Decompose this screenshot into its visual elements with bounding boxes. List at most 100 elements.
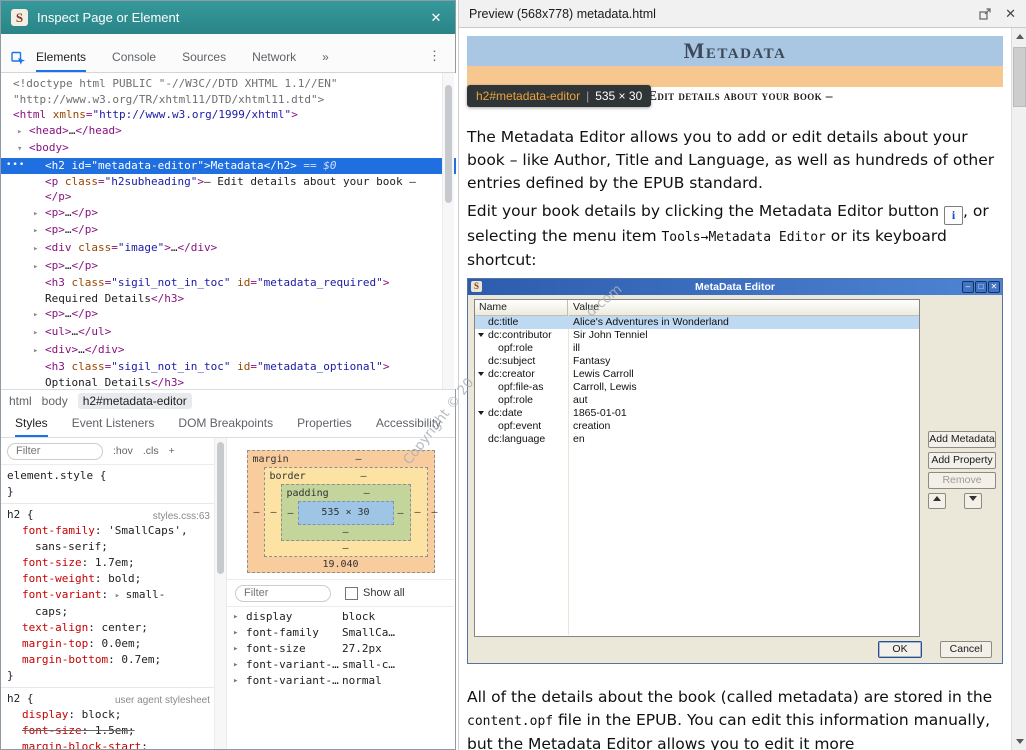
dialog-titlebar[interactable]: S MetaData Editor – □ ✕ (468, 279, 1002, 295)
dom-tree-line[interactable]: <p class="h2subheading">– Edit details a… (1, 174, 456, 190)
style-declaration[interactable]: display: block; (1, 707, 214, 723)
padding-right-value[interactable]: – (394, 508, 408, 519)
metadata-row[interactable]: opf:file-asCarroll, Lewis (475, 381, 919, 394)
kebab-menu-icon[interactable]: ⋮ (428, 48, 441, 72)
dom-tree-line[interactable]: <html xmlns="http://www.w3.org/1999/xhtm… (1, 107, 456, 123)
metadata-row[interactable]: opf:roleaut (475, 394, 919, 407)
dom-tree-line[interactable]: ▸<p>…</p> (1, 222, 456, 240)
metadata-row[interactable]: dc:creatorLewis Carroll (475, 368, 919, 381)
box-model-margin[interactable]: margin – – border – – (247, 450, 435, 573)
margin-left-value[interactable]: – (250, 507, 264, 518)
expand-arrow-icon[interactable]: ▸ (33, 242, 45, 258)
tab-event-listeners[interactable]: Event Listeners (72, 416, 155, 437)
pseudo-state-toggle[interactable]: :hov (113, 445, 133, 457)
dom-tree-line[interactable]: <!doctype html PUBLIC "-//W3C//DTD XHTML… (1, 76, 456, 92)
row-expanded-icon[interactable] (478, 411, 484, 415)
class-toggle[interactable]: .cls (143, 445, 159, 457)
dom-tree-line[interactable]: ▸<div>…</div> (1, 342, 456, 360)
margin-bottom-value[interactable]: 19.040 (248, 557, 434, 572)
scroll-down-button[interactable] (1012, 733, 1026, 750)
style-declaration[interactable]: sans-serif; (1, 539, 214, 555)
tab-styles[interactable]: Styles (15, 416, 48, 437)
cancel-button[interactable]: Cancel (940, 641, 992, 658)
computed-filter-input[interactable] (235, 585, 331, 602)
expand-arrow-icon[interactable]: ▸ (33, 260, 45, 276)
breadcrumb-html[interactable]: html (9, 394, 32, 408)
dom-tree-line[interactable]: <h3 class="sigil_not_in_toc" id="metadat… (1, 275, 456, 291)
dom-tree-line[interactable]: ▸<p>…</p> (1, 258, 456, 276)
expand-arrow-icon[interactable]: ▸ (33, 224, 45, 240)
styles-scrollbar[interactable] (214, 438, 227, 749)
dom-tree-scrollbar[interactable] (442, 73, 454, 389)
dom-tree-line[interactable]: "http://www.w3.org/TR/xhtml11/DTD/xhtml1… (1, 92, 456, 108)
move-down-button[interactable] (964, 493, 982, 509)
dom-tree-line[interactable]: ▸<div class="image">…</div> (1, 240, 456, 258)
expand-arrow-icon[interactable]: ▸ (33, 326, 45, 342)
expand-arrow-icon[interactable]: ▸ (33, 207, 45, 223)
collapse-arrow-icon[interactable]: ▾ (17, 142, 29, 158)
metadata-row[interactable]: dc:contributorSir John Tenniel (475, 329, 919, 342)
tab-sources[interactable]: Sources (182, 50, 226, 72)
dom-tree-line[interactable]: ▾<body> (1, 140, 456, 158)
styles-filter-input[interactable] (7, 443, 103, 460)
row-expanded-icon[interactable] (478, 372, 484, 376)
breadcrumb-body[interactable]: body (42, 394, 68, 408)
style-declaration[interactable]: font-size: 1.7em; (1, 555, 214, 571)
tab-dom-breakpoints[interactable]: DOM Breakpoints (178, 416, 273, 437)
margin-top-value[interactable]: – (289, 454, 429, 465)
metadata-row[interactable]: dc:date1865-01-01 (475, 407, 919, 420)
dom-tree-line[interactable]: Required Details</h3> (1, 291, 456, 307)
style-declaration[interactable]: text-align: center; (1, 620, 214, 636)
computed-property-row[interactable]: ▸font-familySmallCa… (227, 625, 454, 641)
add-property-button[interactable]: Add Property (928, 452, 996, 469)
border-right-value[interactable]: – (411, 507, 425, 518)
style-declaration[interactable]: caps; (1, 604, 214, 620)
style-declaration[interactable]: font-variant: ▸ small- (1, 587, 214, 604)
scrollbar-thumb[interactable] (445, 85, 452, 203)
dom-tree-line[interactable]: <h3 class="sigil_not_in_toc" id="metadat… (1, 359, 456, 375)
close-icon[interactable]: ✕ (1005, 6, 1016, 22)
ok-button[interactable]: OK (878, 641, 922, 658)
maximize-icon[interactable]: □ (975, 281, 987, 293)
metadata-row[interactable]: dc:subjectFantasy (475, 355, 919, 368)
border-top-value[interactable]: – (306, 471, 422, 482)
expand-arrow-icon[interactable]: ▸ (17, 125, 29, 141)
scrollbar-thumb[interactable] (1013, 47, 1026, 107)
tab-network[interactable]: Network (252, 50, 296, 72)
tab-properties[interactable]: Properties (297, 416, 352, 437)
padding-left-value[interactable]: – (284, 508, 298, 519)
tab-console[interactable]: Console (112, 50, 156, 72)
padding-top-value[interactable]: – (329, 488, 405, 499)
metadata-row[interactable]: dc:titleAlice's Adventures in Wonderland (475, 316, 919, 329)
metadata-row[interactable]: opf:roleill (475, 342, 919, 355)
computed-property-row[interactable]: ▸font-size27.2px (227, 641, 454, 657)
show-all-checkbox[interactable] (345, 587, 358, 600)
float-panel-icon[interactable] (979, 8, 991, 20)
column-header-name[interactable]: Name (475, 300, 568, 315)
computed-property-row[interactable]: ▸font-variant-…small-c… (227, 657, 454, 673)
tab-elements[interactable]: Elements (36, 50, 86, 72)
border-bottom-value[interactable]: – (265, 541, 427, 556)
more-tabs-icon[interactable]: » (322, 50, 329, 72)
close-icon[interactable]: ✕ (427, 10, 445, 26)
box-model-padding[interactable]: padding – – 535 × 30 – (281, 484, 411, 541)
dom-tree-line[interactable]: ▸<ul>…</ul> (1, 324, 456, 342)
minimize-icon[interactable]: – (962, 281, 974, 293)
metadata-row[interactable]: opf:eventcreation (475, 420, 919, 433)
dom-tree-line[interactable]: </p> (1, 189, 456, 205)
move-up-button[interactable] (928, 493, 946, 509)
dom-tree-line[interactable]: Optional Details</h3> (1, 375, 456, 389)
style-declaration[interactable]: font-family: 'SmallCaps', (1, 523, 214, 539)
computed-property-row[interactable]: ▸font-variant-…normal (227, 673, 454, 689)
dom-tree-line[interactable]: ▸<p>…</p> (1, 306, 456, 324)
style-declaration[interactable]: margin-block-start: (1, 739, 214, 749)
inspect-element-icon[interactable] (11, 51, 26, 66)
remove-button[interactable]: Remove (928, 472, 996, 489)
computed-property-row[interactable]: ▸displayblock (227, 609, 454, 625)
style-declaration[interactable]: font-weight: bold; (1, 571, 214, 587)
style-declaration[interactable]: font-size: 1.5em; (1, 723, 214, 739)
box-model-content[interactable]: 535 × 30 (298, 501, 394, 525)
dom-tree-line[interactable]: ▸<head>…</head> (1, 123, 456, 141)
style-declaration[interactable]: margin-top: 0.0em; (1, 636, 214, 652)
box-model-border[interactable]: border – – padding – (264, 467, 428, 557)
